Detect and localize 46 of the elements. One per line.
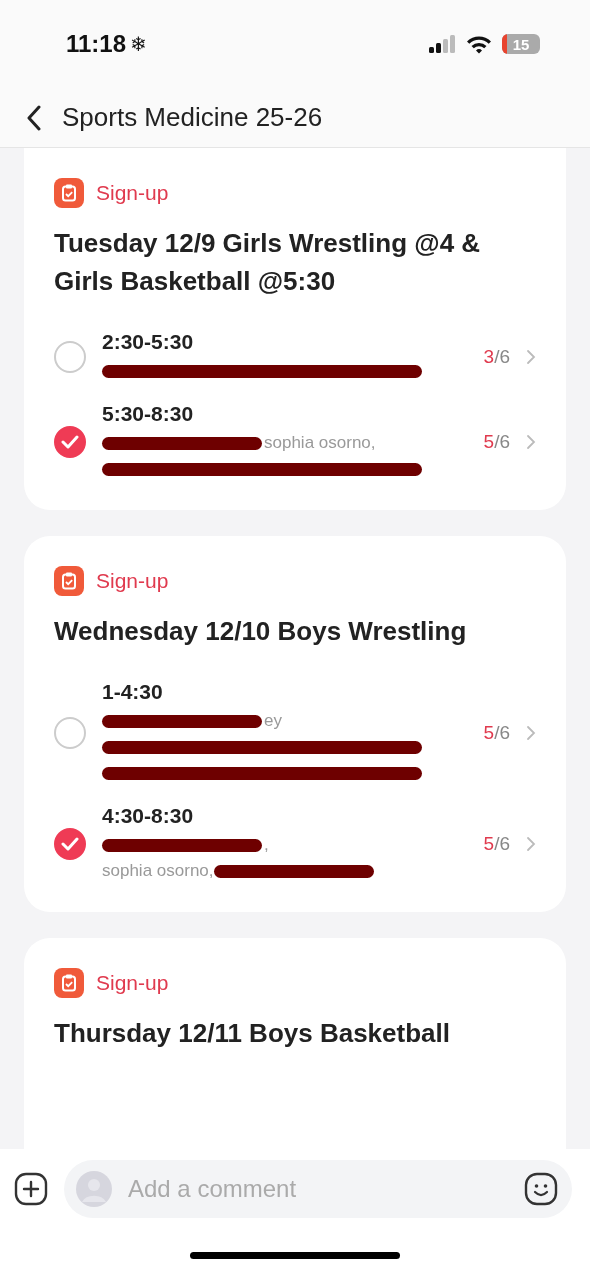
comment-bar[interactable]: Add a comment bbox=[64, 1160, 572, 1218]
slot-checkbox[interactable] bbox=[54, 341, 86, 373]
attendee-names: , bbox=[264, 835, 269, 855]
slot-count: 3/6 bbox=[483, 346, 510, 368]
wifi-icon bbox=[466, 34, 492, 54]
slot-count: 5/6 bbox=[483, 431, 510, 453]
slot-checkbox[interactable] bbox=[54, 828, 86, 860]
slot-time: 4:30-8:30 bbox=[102, 804, 195, 828]
chevron-icon bbox=[526, 434, 536, 450]
slot-checkbox[interactable] bbox=[54, 717, 86, 749]
post-title: Tuesday 12/9 Girls Wrestling @4 & Girls Basketball @5:30 bbox=[54, 227, 482, 298]
slot-checkbox[interactable] bbox=[54, 426, 86, 458]
check-icon bbox=[61, 837, 79, 851]
clipboard-icon bbox=[54, 968, 84, 998]
chevron-icon bbox=[526, 349, 536, 365]
slot-count: 5/6 bbox=[483, 833, 510, 855]
page-title: Sports Medicine 25-26 bbox=[62, 102, 323, 133]
post-title: Thursday 12/11 Boys Basketball bbox=[54, 1017, 451, 1050]
time-slot[interactable]: 2:30-5:30 3/6 bbox=[54, 330, 536, 384]
post-title: Wednesday 12/10 Boys Wrestling bbox=[54, 615, 468, 648]
clipboard-icon bbox=[54, 566, 84, 596]
slot-time: 1-4:30 bbox=[102, 680, 164, 704]
time-slot[interactable]: 4:30-8:30 , sophia osorno, 5/6 bbox=[54, 804, 536, 884]
attendee-names: sophia osorno, bbox=[102, 861, 214, 881]
attendee-names: sophia osorno, bbox=[264, 433, 376, 453]
battery-icon: 15 bbox=[502, 34, 540, 54]
clipboard-icon bbox=[54, 178, 84, 208]
chevron-icon bbox=[526, 836, 536, 852]
post-tag: Sign-up bbox=[96, 181, 169, 205]
back-icon[interactable] bbox=[26, 104, 42, 131]
signal-icon bbox=[428, 35, 456, 53]
attendee-names: ey bbox=[264, 711, 282, 731]
slot-count: 5/6 bbox=[483, 722, 510, 744]
emoji-icon[interactable] bbox=[524, 1172, 558, 1206]
post-tag: Sign-up bbox=[96, 569, 169, 593]
post-tag: Sign-up bbox=[96, 971, 169, 995]
snowflake-icon: ❄ bbox=[130, 32, 148, 56]
time-slot[interactable]: 5:30-8:30 sophia osorno, 5/6 bbox=[54, 402, 536, 482]
check-icon bbox=[61, 435, 79, 449]
chevron-icon bbox=[526, 725, 536, 741]
time-slot[interactable]: 1-4:30 ey 5/6 bbox=[54, 680, 536, 786]
avatar-icon bbox=[76, 1171, 112, 1207]
slot-time: 5:30-8:30 bbox=[102, 402, 195, 426]
add-icon[interactable] bbox=[14, 1172, 48, 1206]
slot-time: 2:30-5:30 bbox=[102, 330, 195, 354]
status-time: 11:18 bbox=[66, 30, 127, 58]
